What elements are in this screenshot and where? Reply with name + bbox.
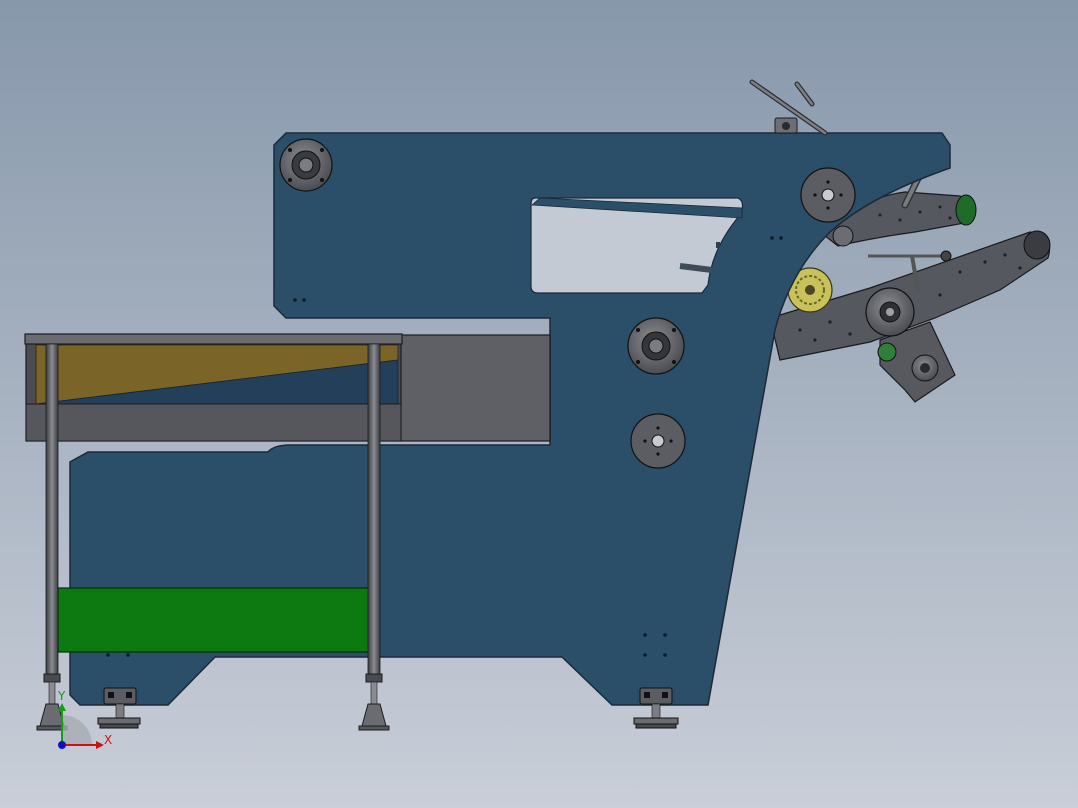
- middle-flange-bearing: [627, 317, 685, 375]
- triad-y-label: Y: [57, 689, 66, 703]
- window-internal-pin: [679, 263, 713, 273]
- lower-hub: [630, 413, 686, 469]
- arm-pivot-shaft: [886, 308, 894, 316]
- machine-side-view: X Y: [0, 0, 1078, 808]
- green-lower-panel: [57, 587, 371, 653]
- tray-gray-box: [399, 334, 551, 442]
- triad-x-label: X: [104, 733, 112, 747]
- tray-bottom-band: [25, 403, 402, 442]
- window-internal-bolt: [716, 242, 720, 248]
- upper-right-hub: [800, 167, 856, 223]
- lower-adjust-knob: [940, 250, 952, 262]
- triad-z-origin: [58, 741, 66, 749]
- top-left-flange-bearing: [279, 138, 333, 192]
- small-green-roller: [877, 342, 897, 362]
- tray-top-rail: [24, 333, 403, 345]
- upper-arm-green-roller: [955, 194, 977, 226]
- upper-arm-idler: [832, 225, 854, 247]
- lower-arm-end-roller: [1023, 230, 1051, 260]
- bracket-pulley-hub: [920, 363, 930, 373]
- feed-tray: [24, 333, 551, 442]
- cad-viewport[interactable]: X Y: [0, 0, 1078, 808]
- brush-gear-hub: [805, 285, 815, 295]
